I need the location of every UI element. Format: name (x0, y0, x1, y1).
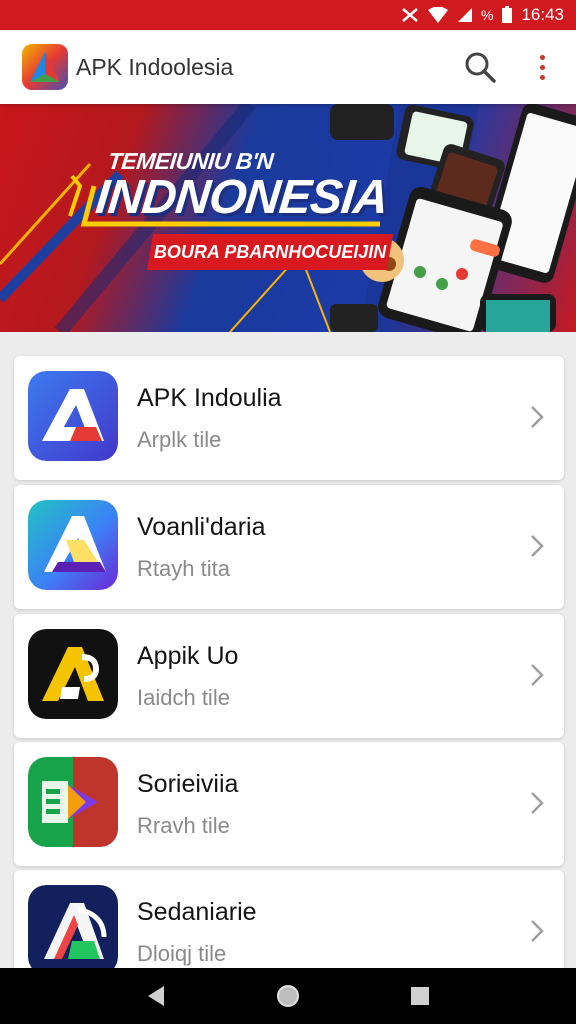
banner-subtitle: BOURA PBARNHOCUEIJIN (153, 241, 387, 262)
signal-off-icon (402, 8, 418, 22)
apk-a-yellow-icon (28, 629, 118, 719)
home-button[interactable] (264, 972, 312, 1020)
app-logo-icon (22, 44, 68, 90)
app-title: Voanli'daria (137, 513, 266, 541)
app-card-1[interactable]: APK Indoulia Arplk tile (14, 356, 564, 480)
home-circle-icon (277, 985, 299, 1007)
app-bar: APK Indoolesia (0, 30, 576, 104)
status-bar: % 16:43 (0, 0, 576, 30)
wifi-icon (428, 7, 448, 23)
system-nav-bar (0, 968, 576, 1024)
chevron-right-icon (522, 402, 552, 432)
recents-square-icon (411, 987, 429, 1005)
app-card-3[interactable]: Appik Uo Iaidch tile (14, 614, 564, 738)
app-subtitle: Dloiqj tile (137, 941, 227, 966)
app-subtitle: Rravh tile (137, 813, 230, 838)
battery-label: % (481, 7, 494, 23)
banner-subtitle-pill: BOURA PBARNHOCUEIJIN (146, 234, 394, 270)
chevron-right-icon (522, 916, 552, 946)
app-subtitle: Rtayh tita (137, 556, 230, 581)
overflow-menu-button[interactable] (526, 43, 558, 91)
back-button[interactable] (132, 972, 180, 1020)
menu-dot-icon (539, 64, 545, 70)
back-triangle-icon (148, 986, 164, 1006)
green-red-play-icon (28, 757, 118, 847)
clock: 16:43 (521, 5, 564, 24)
menu-dot-icon (539, 74, 545, 80)
search-button[interactable] (456, 43, 504, 91)
app-title: Sorieiviia (137, 770, 239, 798)
banner-title: INDNONESIA (93, 171, 391, 224)
menu-dot-icon (539, 54, 545, 60)
promo-banner[interactable]: TEMEIUNIU B'N INDNONESIA BOURA PBARNHOCU… (0, 104, 576, 332)
app-title: Appik Uo (137, 642, 239, 670)
app-subtitle: Arplk tile (137, 427, 222, 452)
app-card-4[interactable]: Sorieiviia Rravh tile (14, 742, 564, 866)
search-icon (465, 52, 496, 83)
apk-a-navy-icon (28, 885, 118, 975)
app-title: Sedaniarie (137, 898, 257, 926)
recents-button[interactable] (396, 972, 444, 1020)
apk-a-blue-icon (28, 371, 118, 461)
chevron-right-icon (522, 660, 552, 690)
chevron-right-icon (522, 788, 552, 818)
app-subtitle: Iaidch tile (137, 685, 230, 710)
app-title: APK Indoulia (137, 384, 282, 412)
cell-signal-icon (458, 8, 472, 22)
app-title: APK Indoolesia (76, 53, 234, 80)
apk-a-teal-icon (28, 500, 118, 590)
chevron-right-icon (522, 531, 552, 561)
battery-icon (502, 6, 513, 23)
app-card-5[interactable]: Sedaniarie Dloiqj tile (14, 870, 564, 980)
app-card-2[interactable]: Voanli'daria Rtayh tita (14, 485, 564, 609)
